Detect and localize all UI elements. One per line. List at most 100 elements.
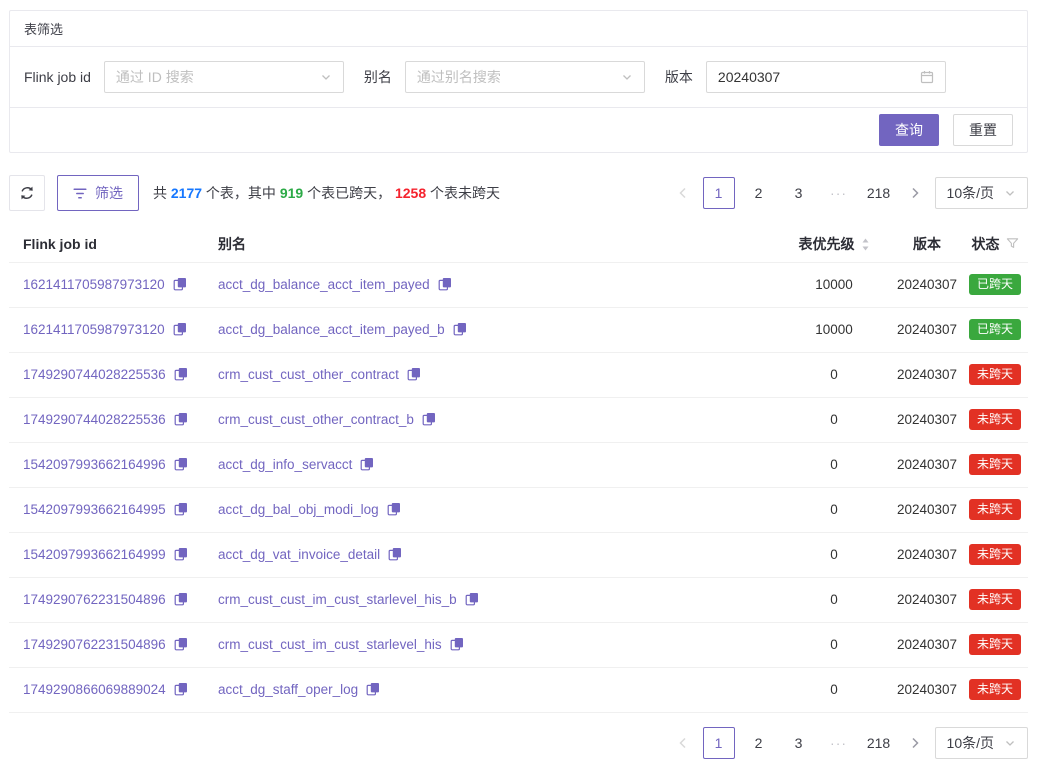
copy-icon[interactable] bbox=[173, 322, 187, 336]
alias-link[interactable]: acct_dg_balance_acct_item_payed_b bbox=[218, 322, 445, 337]
copy-icon[interactable] bbox=[174, 547, 188, 561]
copy-icon[interactable] bbox=[174, 637, 188, 651]
priority-cell: 0 bbox=[776, 352, 892, 397]
flink-job-id-link[interactable]: 1542097993662164995 bbox=[23, 502, 166, 517]
query-button[interactable]: 查询 bbox=[879, 114, 939, 146]
table-row: 1542097993662164996 acct_dg_info_servacc… bbox=[9, 442, 1028, 487]
alias-cell: acct_dg_staff_oper_log bbox=[218, 667, 776, 712]
page-button-last[interactable]: 218 bbox=[863, 727, 895, 759]
next-page-button[interactable] bbox=[903, 177, 927, 209]
copy-icon[interactable] bbox=[387, 502, 401, 516]
header-flink-job-id: Flink job id bbox=[9, 226, 218, 262]
chevron-down-icon bbox=[1004, 187, 1016, 199]
page-button-3[interactable]: 3 bbox=[783, 727, 815, 759]
version-cell: 20240307 bbox=[892, 532, 962, 577]
copy-icon[interactable] bbox=[453, 322, 467, 336]
status-cell: 未跨天 bbox=[962, 442, 1028, 487]
table-row: 1749290744028225536 crm_cust_cust_other_… bbox=[9, 352, 1028, 397]
table-row: 1749290744028225536 crm_cust_cust_other_… bbox=[9, 397, 1028, 442]
copy-icon[interactable] bbox=[438, 277, 452, 291]
table-row: 1542097993662164995 acct_dg_bal_obj_modi… bbox=[9, 487, 1028, 532]
flink-job-id-link[interactable]: 1542097993662164999 bbox=[23, 547, 166, 562]
page-button-last[interactable]: 218 bbox=[863, 177, 895, 209]
page-ellipsis[interactable]: ··· bbox=[823, 177, 855, 209]
alias-link[interactable]: acct_dg_balance_acct_item_payed bbox=[218, 277, 430, 292]
chevron-down-icon bbox=[320, 71, 332, 83]
copy-icon[interactable] bbox=[174, 457, 188, 471]
alias-link[interactable]: acct_dg_bal_obj_modi_log bbox=[218, 502, 379, 517]
page-button-3[interactable]: 3 bbox=[783, 177, 815, 209]
alias-link[interactable]: acct_dg_info_servacct bbox=[218, 457, 352, 472]
chevron-down-icon bbox=[1004, 737, 1016, 749]
flink-job-id-link[interactable]: 1749290762231504896 bbox=[23, 592, 166, 607]
copy-icon[interactable] bbox=[360, 457, 374, 471]
copy-icon[interactable] bbox=[174, 367, 188, 381]
version-date-input[interactable]: 20240307 bbox=[706, 61, 946, 93]
prev-page-button[interactable] bbox=[671, 177, 695, 209]
copy-icon[interactable] bbox=[174, 682, 188, 696]
alias-link[interactable]: crm_cust_cust_other_contract bbox=[218, 367, 399, 382]
summary-not-crossed-count: 1258 bbox=[395, 185, 426, 201]
copy-icon[interactable] bbox=[450, 637, 464, 651]
summary-part: 共 bbox=[153, 185, 171, 201]
flink-job-id-link[interactable]: 1749290762231504896 bbox=[23, 637, 166, 652]
prev-page-button[interactable] bbox=[671, 727, 695, 759]
summary-crossed-count: 919 bbox=[280, 185, 303, 201]
alias-link[interactable]: acct_dg_staff_oper_log bbox=[218, 682, 358, 697]
version-cell: 20240307 bbox=[892, 577, 962, 622]
status-badge: 未跨天 bbox=[969, 634, 1021, 656]
alias-link[interactable]: crm_cust_cust_im_cust_starlevel_his bbox=[218, 637, 442, 652]
flink-job-id-link[interactable]: 1621411705987973120 bbox=[23, 322, 165, 337]
flink-job-id-link[interactable]: 1749290744028225536 bbox=[23, 412, 166, 427]
filter-button[interactable]: 筛选 bbox=[57, 175, 139, 211]
copy-icon[interactable] bbox=[388, 547, 402, 561]
page-button-2[interactable]: 2 bbox=[743, 177, 775, 209]
copy-icon[interactable] bbox=[173, 277, 187, 291]
pagination-bottom: 1 2 3 ··· 218 10条/页 bbox=[671, 727, 1028, 759]
header-alias: 别名 bbox=[218, 226, 776, 262]
header-version: 版本 bbox=[892, 226, 962, 262]
alias-field: 别名 通过别名搜索 bbox=[364, 61, 645, 93]
refresh-button[interactable] bbox=[9, 175, 45, 211]
flink-job-id-cell: 1542097993662164995 bbox=[9, 487, 218, 532]
status-cell: 未跨天 bbox=[962, 532, 1028, 577]
filter-card-title: 表筛选 bbox=[10, 11, 1027, 47]
table-row: 1621411705987973120 acct_dg_balance_acct… bbox=[9, 262, 1028, 307]
sorter-icon[interactable] bbox=[861, 238, 870, 251]
funnel-filter-icon[interactable] bbox=[1006, 237, 1019, 250]
copy-icon[interactable] bbox=[465, 592, 479, 606]
page-button-1[interactable]: 1 bbox=[703, 727, 735, 759]
page-button-1[interactable]: 1 bbox=[703, 177, 735, 209]
page-ellipsis[interactable]: ··· bbox=[823, 727, 855, 759]
copy-icon[interactable] bbox=[422, 412, 436, 426]
flink-job-id-link[interactable]: 1749290744028225536 bbox=[23, 367, 166, 382]
flink-job-id-link[interactable]: 1749290866069889024 bbox=[23, 682, 166, 697]
summary-total-count: 2177 bbox=[171, 185, 202, 201]
flink-job-id-link[interactable]: 1621411705987973120 bbox=[23, 277, 165, 292]
alias-link[interactable]: crm_cust_cust_im_cust_starlevel_his_b bbox=[218, 592, 457, 607]
priority-cell: 0 bbox=[776, 397, 892, 442]
copy-icon[interactable] bbox=[174, 502, 188, 516]
page-size-select[interactable]: 10条/页 bbox=[935, 727, 1028, 759]
flink-job-id-cell: 1621411705987973120 bbox=[9, 307, 218, 352]
version-cell: 20240307 bbox=[892, 307, 962, 352]
page: 表筛选 Flink job id 通过 ID 搜索 别名 通过别名搜索 bbox=[0, 0, 1037, 772]
alias-select[interactable]: 通过别名搜索 bbox=[405, 61, 645, 93]
copy-icon[interactable] bbox=[407, 367, 421, 381]
flink-job-id-link[interactable]: 1542097993662164996 bbox=[23, 457, 166, 472]
page-button-2[interactable]: 2 bbox=[743, 727, 775, 759]
flink-job-id-select[interactable]: 通过 ID 搜索 bbox=[104, 61, 344, 93]
copy-icon[interactable] bbox=[366, 682, 380, 696]
alias-link[interactable]: crm_cust_cust_other_contract_b bbox=[218, 412, 414, 427]
filter-card: 表筛选 Flink job id 通过 ID 搜索 别名 通过别名搜索 bbox=[9, 10, 1028, 153]
flink-job-id-cell: 1749290762231504896 bbox=[9, 622, 218, 667]
copy-icon[interactable] bbox=[174, 592, 188, 606]
alias-link[interactable]: acct_dg_vat_invoice_detail bbox=[218, 547, 380, 562]
priority-cell: 0 bbox=[776, 487, 892, 532]
next-page-button[interactable] bbox=[903, 727, 927, 759]
alias-cell: acct_dg_vat_invoice_detail bbox=[218, 532, 776, 577]
page-size-select[interactable]: 10条/页 bbox=[935, 177, 1028, 209]
copy-icon[interactable] bbox=[174, 412, 188, 426]
reset-button[interactable]: 重置 bbox=[953, 114, 1013, 146]
flink-job-id-label: Flink job id bbox=[24, 69, 91, 85]
